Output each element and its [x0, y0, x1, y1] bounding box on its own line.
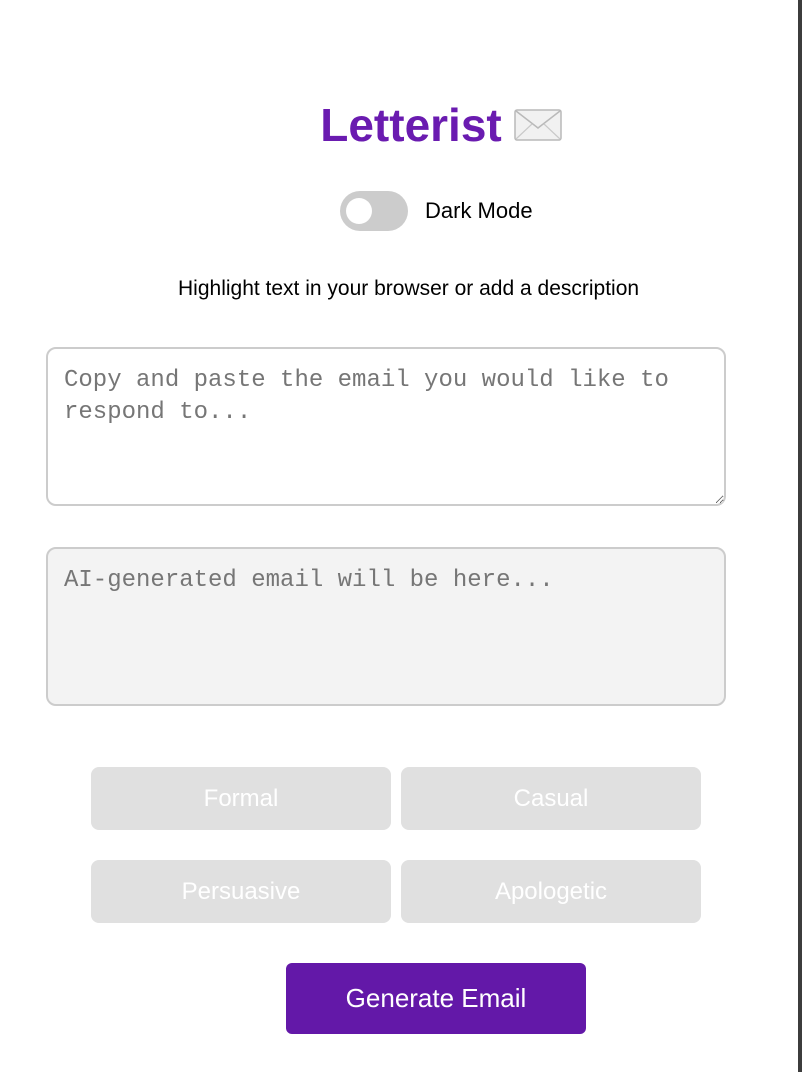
toggle-knob [346, 198, 372, 224]
popup-page: Letterist Dark Mode Highlight text in yo… [0, 0, 798, 1072]
app-title: Letterist [320, 99, 502, 151]
formal-button[interactable]: Formal [91, 767, 391, 830]
window-edge [798, 0, 802, 1072]
email-input[interactable] [46, 347, 726, 506]
dark-mode-toggle[interactable] [340, 191, 408, 231]
dark-mode-label: Dark Mode [425, 198, 533, 223]
app-header: Letterist [0, 98, 802, 156]
casual-button[interactable]: Casual [401, 767, 701, 830]
generate-email-button[interactable]: Generate Email [286, 963, 586, 1034]
envelope-icon [513, 98, 562, 152]
generated-email-output[interactable] [46, 547, 726, 706]
dark-mode-row: Dark Mode [340, 191, 533, 231]
apologetic-button[interactable]: Apologetic [401, 860, 701, 923]
instruction-text: Highlight text in your browser or add a … [178, 277, 640, 300]
persuasive-button[interactable]: Persuasive [91, 860, 391, 923]
